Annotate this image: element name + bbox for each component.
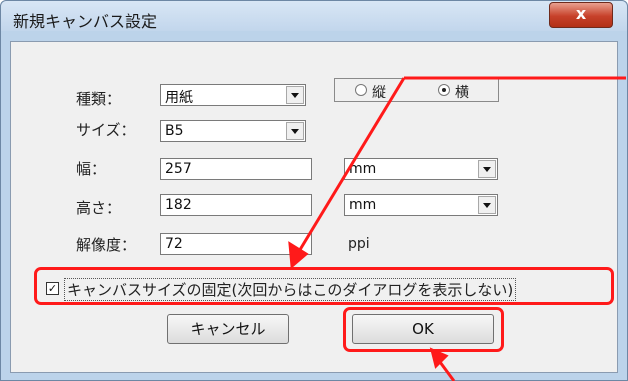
type-select-value: 用紙	[165, 90, 193, 106]
width-unit-select[interactable]: mm	[344, 158, 498, 180]
resolution-value: 72	[165, 236, 183, 252]
type-label: 種類：	[76, 90, 122, 108]
dialog-window: 新規キャンバス設定 x	[0, 0, 628, 381]
width-label: 幅：	[76, 160, 107, 178]
size-select-value: B5	[165, 123, 184, 139]
cancel-button[interactable]: キャンセル	[167, 314, 289, 344]
resolution-unit: ppi	[348, 236, 370, 252]
height-unit-value: mm	[349, 197, 377, 213]
close-button[interactable]: x	[549, 2, 613, 28]
resolution-input[interactable]: 72	[160, 233, 312, 255]
resolution-label: 解像度：	[76, 236, 137, 254]
size-label: サイズ：	[76, 121, 136, 139]
height-input[interactable]: 182	[160, 194, 312, 216]
type-select[interactable]: 用紙	[160, 84, 306, 106]
width-input[interactable]: 257	[160, 158, 312, 180]
width-value: 257	[165, 161, 192, 177]
landscape-radio[interactable]	[438, 84, 450, 96]
chevron-down-icon[interactable]	[286, 122, 304, 140]
width-unit-value: mm	[349, 161, 377, 177]
portrait-label: 縦	[372, 85, 386, 101]
landscape-label: 横	[455, 85, 469, 101]
height-unit-select[interactable]: mm	[344, 194, 498, 216]
portrait-radio[interactable]	[355, 84, 367, 96]
size-select[interactable]: B5	[160, 120, 306, 142]
orientation-group: 縦 横	[334, 78, 499, 102]
height-value: 182	[165, 197, 192, 213]
height-label: 高さ：	[76, 199, 122, 217]
chevron-down-icon[interactable]	[478, 160, 496, 178]
ok-button[interactable]: OK	[352, 314, 494, 344]
chevron-down-icon[interactable]	[478, 196, 496, 214]
chevron-down-icon[interactable]	[286, 86, 304, 104]
dialog-title: 新規キャンバス設定	[13, 12, 158, 31]
fix-size-checkbox[interactable]: ✓	[46, 282, 59, 295]
title-bar[interactable]: 新規キャンバス設定 x	[1, 1, 627, 31]
fix-size-label[interactable]: キャンバスサイズの固定(次回からはこのダイアログを表示しない)	[64, 278, 517, 301]
